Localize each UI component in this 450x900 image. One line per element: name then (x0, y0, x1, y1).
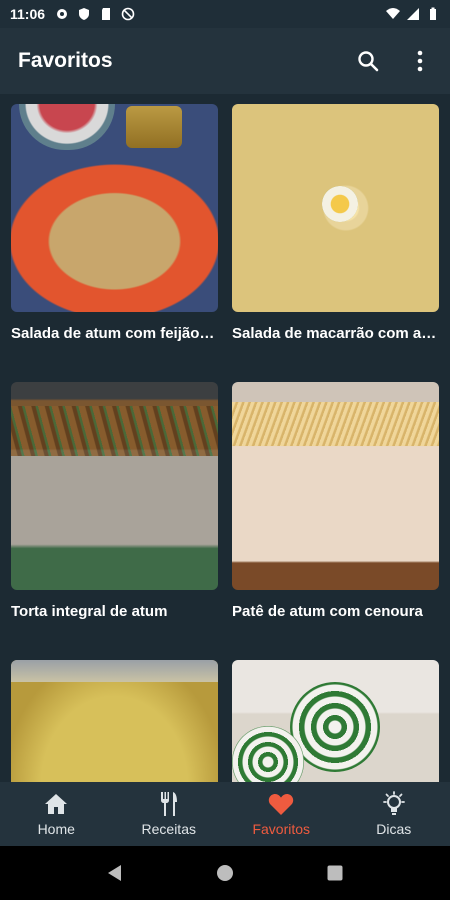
recipe-image (11, 382, 218, 590)
recents-button[interactable] (323, 861, 347, 885)
settings-gear-icon (57, 9, 68, 19)
system-navigation-bar (0, 846, 450, 900)
recipe-card[interactable]: Salada de macarrão com atum (232, 104, 439, 382)
recipe-card[interactable] (232, 660, 439, 782)
home-icon (45, 794, 68, 814)
nav-label-home: Home (37, 821, 75, 837)
recipe-image (11, 660, 218, 782)
recipe-card[interactable]: Salada de atum com feijão fradinho (11, 104, 218, 382)
nav-label-receitas: Receitas (141, 821, 196, 837)
nav-item-receitas[interactable]: Receitas (113, 782, 226, 846)
recipe-title: Torta integral de atum (11, 603, 168, 620)
fork-knife-icon (160, 792, 177, 816)
cell-signal-icon (407, 8, 419, 20)
recipe-title: Patê de atum com cenoura (232, 603, 423, 620)
recipe-card[interactable]: Patê de atum com cenoura (232, 382, 439, 660)
nav-label-dicas: Dicas (376, 821, 412, 837)
recipe-card[interactable]: Torta integral de atum (11, 382, 218, 660)
recents-square-icon (327, 865, 343, 881)
bottom-navigation: Home Receitas Favoritos Dicas (0, 782, 450, 846)
heart-icon (269, 793, 294, 815)
more-options-button[interactable] (408, 49, 432, 73)
recipe-title: Salada de macarrão com atum (232, 325, 439, 342)
favorites-grid: Salada de atum com feijão fradinho Salad… (0, 94, 450, 782)
app-bar: Favoritos (0, 28, 450, 94)
status-bar: 11:06 (0, 0, 450, 28)
home-circle-icon (217, 865, 233, 881)
page-title: Favoritos (18, 49, 113, 72)
search-icon (358, 51, 379, 72)
nav-label-favoritos: Favoritos (252, 821, 311, 837)
back-button[interactable] (103, 861, 127, 885)
nav-item-home[interactable]: Home (0, 782, 113, 846)
back-triangle-icon (108, 865, 121, 881)
no-disturb-icon (121, 7, 135, 21)
recipe-card[interactable] (11, 660, 218, 782)
nav-item-favoritos[interactable]: Favoritos (225, 782, 338, 846)
recipe-image (232, 104, 439, 312)
wifi-icon (386, 8, 400, 19)
shield-icon (79, 8, 90, 20)
sd-card-icon (102, 8, 111, 20)
nav-item-dicas[interactable]: Dicas (338, 782, 450, 846)
recipe-image (232, 382, 439, 590)
status-time: 11:06 (10, 6, 46, 22)
more-vert-icon (417, 50, 423, 72)
recipe-image (232, 660, 439, 782)
recipe-image (11, 104, 218, 312)
home-system-button[interactable] (213, 861, 237, 885)
battery-icon (430, 7, 436, 20)
recipe-title: Salada de atum com feijão fradinho (11, 325, 218, 342)
search-button[interactable] (356, 49, 380, 73)
lightbulb-icon (382, 791, 405, 815)
